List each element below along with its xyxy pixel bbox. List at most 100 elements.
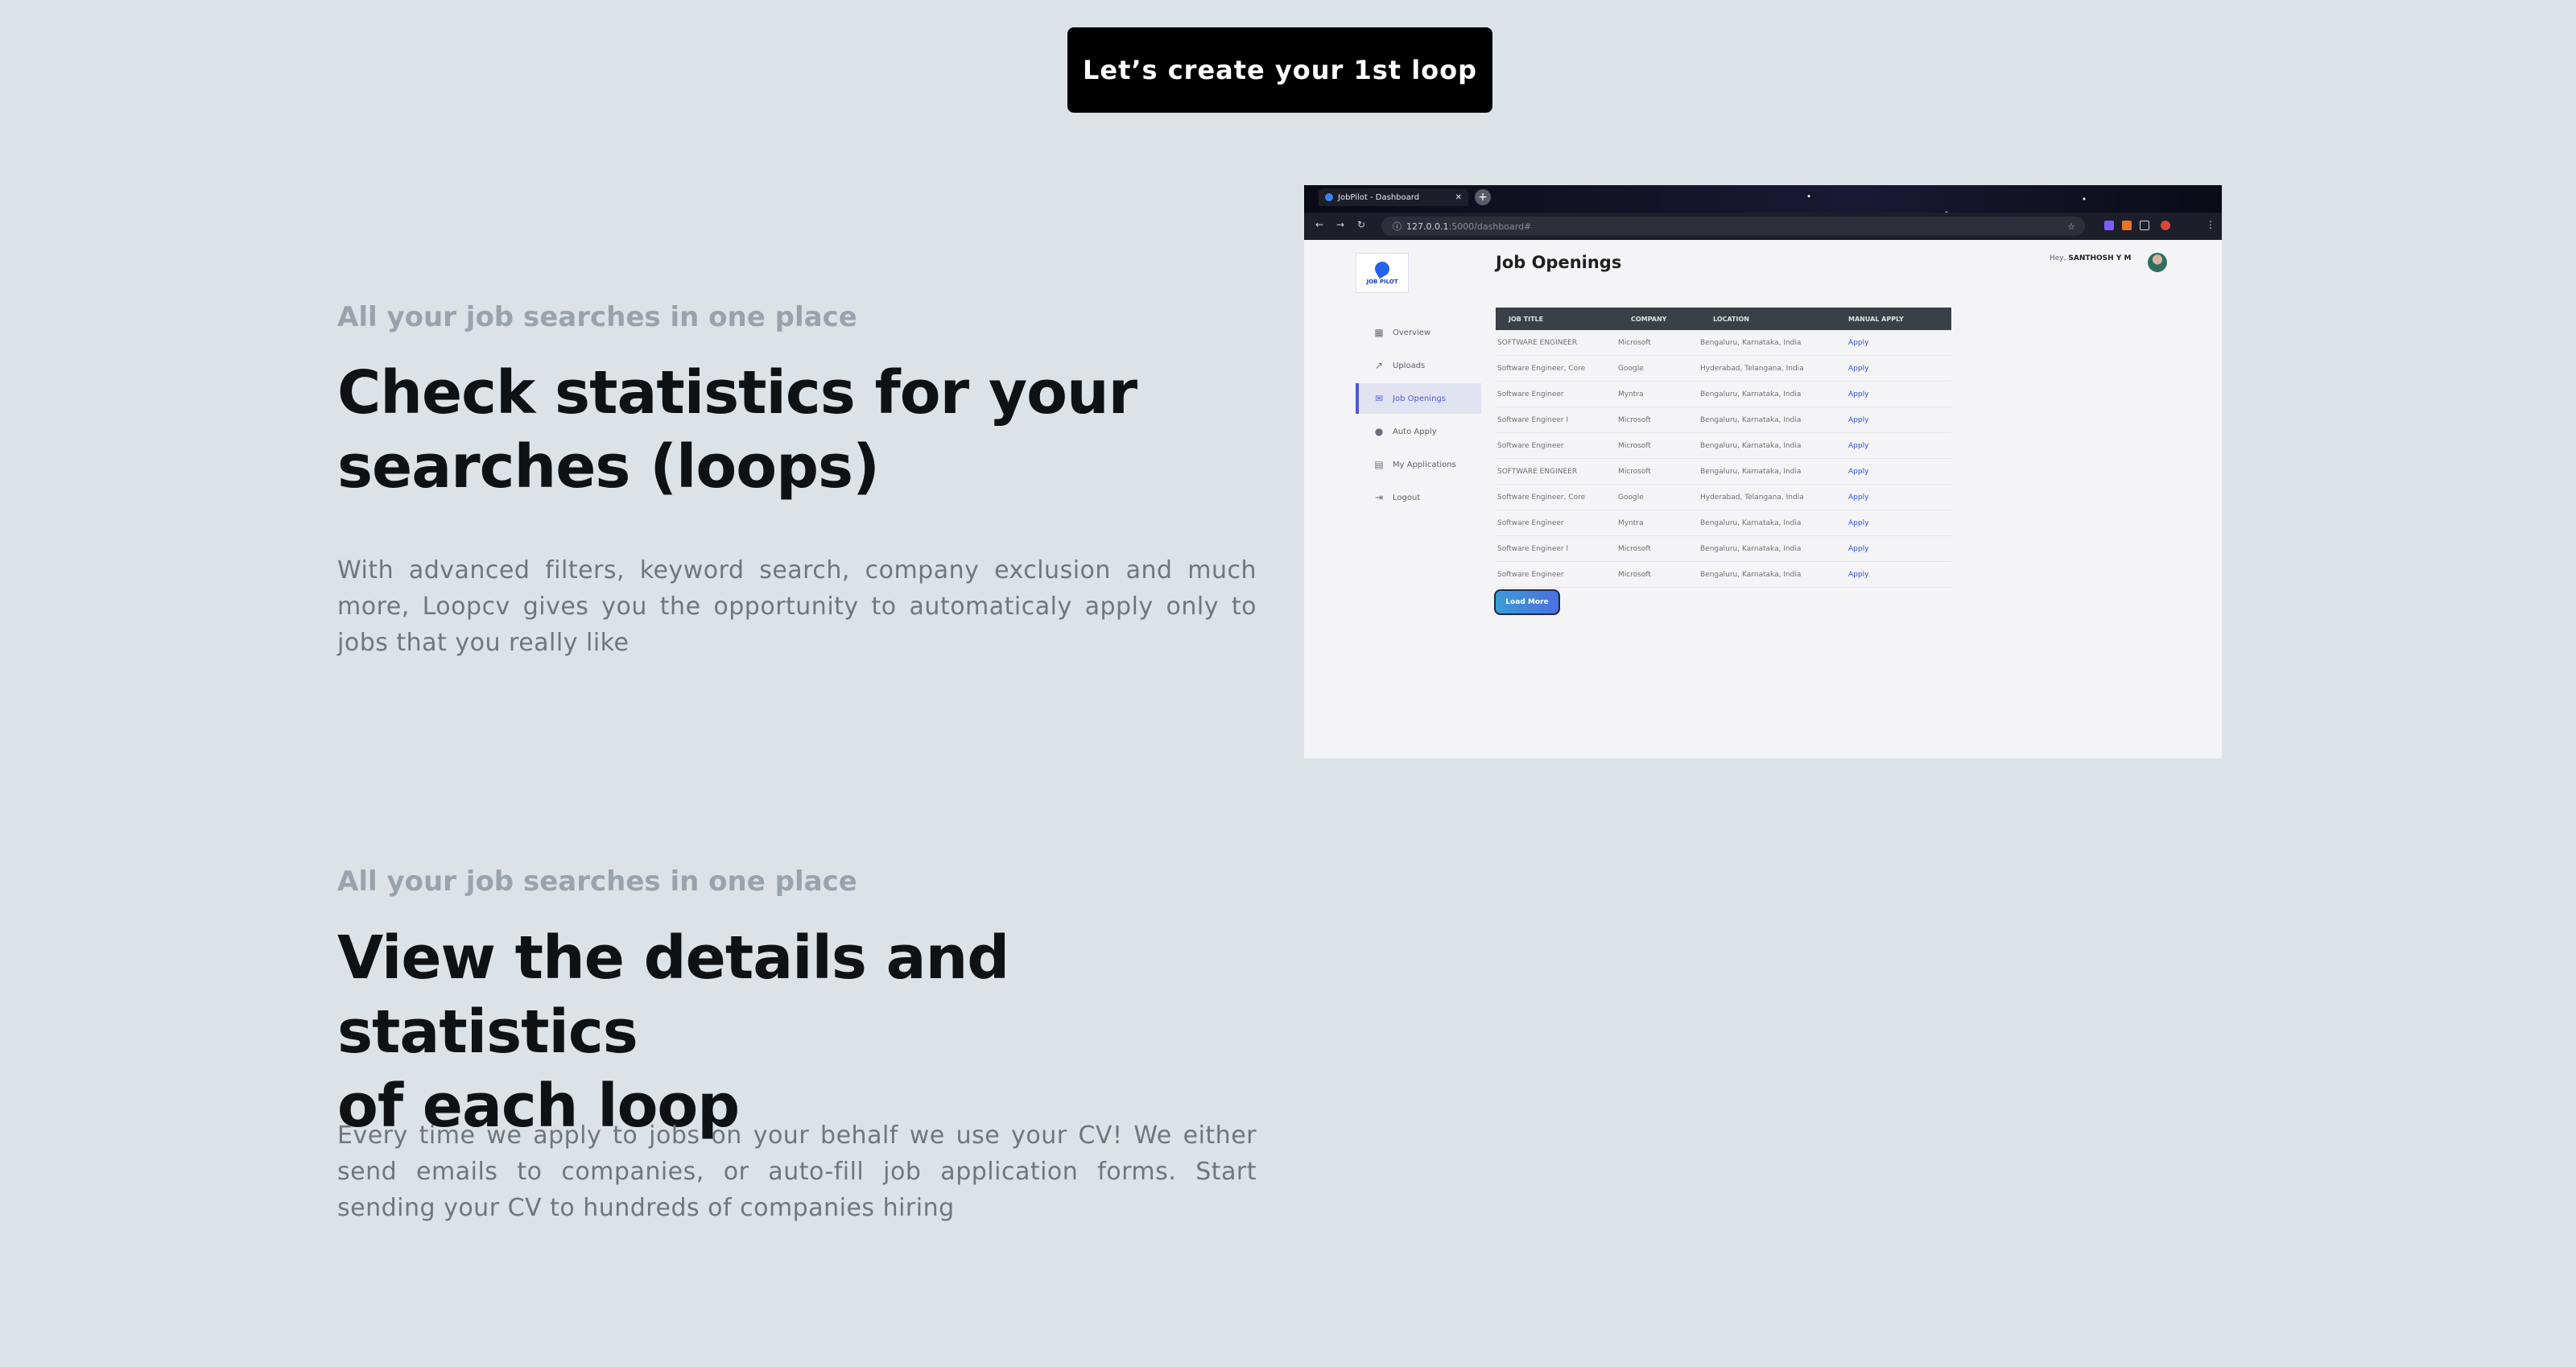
extensions-puzzle-icon [2140,221,2149,230]
mail-icon: ✉ [1374,393,1384,404]
table-row: Software Engineer Microsoft Bengaluru, Kar… [1496,562,1951,588]
apply-link: Apply [1848,338,1869,347]
column-header: JOB TITLE [1509,315,1544,323]
sidebar-item-label: Auto Apply [1393,427,1437,436]
apply-link: Apply [1848,390,1869,399]
section1-headline-line1: Check statistics for your [337,358,1137,427]
favicon-icon [1325,193,1333,201]
sidebar-item-my-applications: ▤ My Applications [1356,449,1481,480]
address-bar: ⓘ 127.0.0.1 :5000/dashboard# ☆ [1381,217,2085,236]
sidebar-item-uploads: ↗ Uploads [1356,350,1481,381]
column-header: MANUAL APPLY [1848,315,1904,323]
apply-link: Apply [1848,544,1869,553]
table-cell: Software Engineer, Core [1497,364,1586,373]
table-cell: Bengaluru, Karnataka, India [1700,467,1802,476]
apply-link: Apply [1848,364,1869,373]
sidebar-item-label: Job Openings [1393,394,1446,403]
jobpilot-logo: JOB PILOT [1356,253,1409,293]
avatar [2148,253,2167,272]
extension-icon [2122,221,2132,230]
table-cell: Bengaluru, Karnataka, India [1700,390,1802,399]
sidebar-item-auto-apply: ● Auto Apply [1356,416,1481,447]
sidebar-item-label: My Applications [1393,460,1456,469]
logo-mark-icon [1372,258,1393,279]
table-cell: Myntra [1618,390,1644,399]
apply-link: Apply [1848,493,1869,502]
table-cell: Microsoft [1618,415,1651,424]
browser-tab: JobPilot - Dashboard ✕ [1319,188,1468,206]
new-tab-icon: + [1475,189,1491,205]
section1-eyebrow: All your job searches in one place [337,301,857,333]
section1-paragraph: With advanced filters, keyword search, c… [337,556,1257,657]
table-row: Software Engineer Microsoft Bengaluru, Kar… [1496,433,1951,459]
table-cell: Microsoft [1618,338,1651,347]
profile-icon [2161,221,2170,230]
sidebar-item-label: Uploads [1393,361,1426,370]
section2-eyebrow: All your job searches in one place [337,865,857,898]
page-title: Job Openings [1496,253,1622,272]
apply-link: Apply [1848,570,1869,579]
table-row: SOFTWARE ENGINEER Microsoft Bengaluru, Kar… [1496,459,1951,485]
table-cell: Microsoft [1618,441,1651,450]
table-cell: Microsoft [1618,544,1651,553]
table-cell: Bengaluru, Karnataka, India [1700,518,1802,527]
table-cell: Bengaluru, Karnataka, India [1700,415,1802,424]
table-cell: Microsoft [1618,467,1651,476]
tab-title: JobPilot - Dashboard [1338,192,1420,202]
sidebar-item-label: Logout [1393,493,1421,502]
features-left-column: All your job searches in one place Check… [337,0,1257,1367]
table-row: Software Engineer Myntra Bengaluru, Karnat… [1496,510,1951,536]
extension-icon [2104,221,2114,230]
forward-icon: → [1336,219,1345,230]
table-cell: Software Engineer [1497,518,1564,527]
table-cell: Hyderabad, Telangana, India [1700,364,1804,373]
url-path: :5000/dashboard# [1448,221,1532,232]
sidebar-item-label: Overview [1393,328,1431,337]
sidebar-item-overview: ▦ Overview [1356,317,1481,348]
section2-headline: View the details and statistics of each … [337,921,1257,1143]
job-openings-table: JOB TITLE COMPANY LOCATION MANUAL APPLY … [1496,308,1951,588]
table-cell: Software Engineer [1497,570,1564,579]
close-tab-icon: ✕ [1455,192,1462,202]
table-row: Software Engineer I Microsoft Bengaluru, K… [1496,536,1951,562]
table-cell: Myntra [1618,518,1644,527]
load-more-button: Load More [1494,589,1560,615]
reload-icon: ↻ [1357,219,1366,230]
column-header: COMPANY [1631,315,1667,323]
site-info-icon: ⓘ [1393,221,1402,232]
logo-text: JOB PILOT [1366,278,1398,285]
table-cell: Google [1618,364,1644,373]
section1-headline: Check statistics for your searches (loop… [337,356,1137,504]
table-body: SOFTWARE ENGINEER Microsoft Bengaluru, Kar… [1496,330,1951,588]
apply-link: Apply [1848,518,1869,527]
table-cell: Software Engineer [1497,441,1564,450]
table-cell: Bengaluru, Karnataka, India [1700,338,1802,347]
table-row: SOFTWARE ENGINEER Microsoft Bengaluru, Kar… [1496,330,1951,356]
trend-icon: ↗ [1374,360,1384,371]
address-bar-row: ← → ↻ ⓘ 127.0.0.1 :5000/dashboard# ☆ ⋮ [1304,213,2222,240]
apply-link: Apply [1848,415,1869,424]
bookmark-star-icon: ☆ [2067,221,2075,232]
table-cell: Software Engineer [1497,390,1564,399]
table-header: JOB TITLE COMPANY LOCATION MANUAL APPLY [1496,308,1951,330]
column-header: LOCATION [1713,315,1749,323]
user-greeting: Hey, SANTHOSH Y M [2050,254,2131,262]
table-cell: Software Engineer, Core [1497,493,1586,502]
dashboard-screenshot: JobPilot - Dashboard ✕ + ← → ↻ ⓘ 127.0.0… [1304,185,2222,758]
table-cell: Hyderabad, Telangana, India [1700,493,1804,502]
back-icon: ← [1315,219,1324,230]
menu-dots-icon: ⋮ [2206,219,2215,230]
table-row: Software Engineer Myntra Bengaluru, Karnat… [1496,382,1951,407]
user-icon: ● [1374,426,1384,437]
table-cell: SOFTWARE ENGINEER [1497,338,1578,347]
table-cell: Google [1618,493,1644,502]
apply-link: Apply [1848,467,1869,476]
grid-icon: ▦ [1374,327,1384,338]
table-cell: Software Engineer I [1497,415,1569,424]
table-cell: Software Engineer I [1497,544,1569,553]
table-row: Software Engineer, Core Google Hyderabad, … [1496,485,1951,510]
table-cell: SOFTWARE ENGINEER [1497,467,1578,476]
sidebar-item-logout: ⇥ Logout [1356,482,1481,513]
url-host: 127.0.0.1 [1406,221,1449,232]
section2-headline-line1: View the details and statistics [337,923,1009,1067]
